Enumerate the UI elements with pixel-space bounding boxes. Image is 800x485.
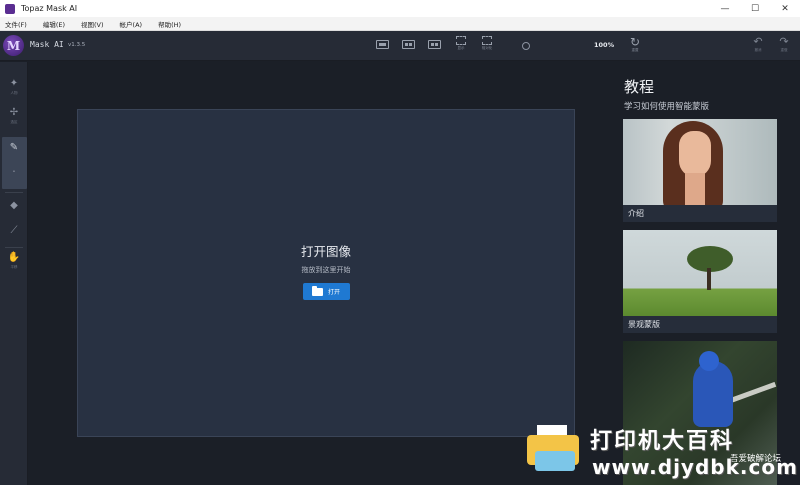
- redo-icon: ↷: [779, 35, 789, 48]
- menu-view[interactable]: 视图(V): [73, 19, 112, 29]
- fill-tool[interactable]: ◆: [0, 200, 28, 212]
- tutorial-card-intro[interactable]: 介绍: [623, 119, 777, 222]
- open-button-label: 打开: [327, 289, 340, 296]
- dropzone-title: 打开图像: [300, 244, 351, 259]
- watermark-url: www.djydbk.com: [592, 455, 798, 479]
- refresh-icon: ↻: [629, 35, 641, 49]
- brush-tool[interactable]: ✎: [0, 142, 28, 154]
- title-bar: Topaz Mask AI — ☐ ✕: [0, 0, 800, 17]
- menu-help[interactable]: 帮助(H): [150, 19, 189, 29]
- dropper-tool[interactable]: ⟋: [0, 225, 28, 237]
- watermark-title: 打印机大百科: [590, 429, 735, 454]
- tutorial-card-caption: 介绍: [628, 209, 644, 218]
- reset-button[interactable]: ↻ 重置: [628, 36, 642, 53]
- tutorial-panel: 教程 学习如何使用智能蒙版 介绍 景观蒙版: [613, 62, 800, 485]
- tutorial-card-caption: 景观蒙版: [628, 320, 660, 329]
- hand-tool[interactable]: ✋ 平移: [0, 252, 28, 270]
- app-name: Mask AI: [30, 40, 64, 49]
- fit-view-button[interactable]: 相对化: [480, 36, 494, 51]
- portrait-thumbnail: [623, 119, 777, 205]
- sidebar-divider: [5, 247, 23, 248]
- toolbar: M Mask AI v1.3.5 显示 相对化 100% ↻ 重置 ↶ 撤消 ↷…: [0, 31, 800, 61]
- tutorial-title: 教程: [624, 78, 655, 96]
- app-version: v1.3.5: [68, 42, 86, 48]
- zoom-level[interactable]: 100%: [594, 41, 614, 49]
- split-view-button[interactable]: [402, 40, 415, 49]
- landscape-thumbnail: [623, 230, 777, 316]
- fill-icon: ◆: [10, 200, 18, 211]
- minimize-button[interactable]: —: [710, 0, 740, 17]
- menu-file[interactable]: 文件(F): [0, 19, 35, 29]
- side-by-side-view-button[interactable]: [428, 40, 441, 49]
- menu-account[interactable]: 帐户(A): [112, 19, 151, 29]
- undo-button[interactable]: ↶ 撤消: [751, 36, 765, 53]
- tutorial-card-landscape[interactable]: 景观蒙版: [623, 230, 777, 333]
- window-title: Topaz Mask AI: [21, 4, 78, 13]
- person-icon: ✦: [9, 78, 19, 89]
- preview-circle-button[interactable]: [522, 42, 530, 50]
- brush-icon: ✎: [9, 142, 19, 153]
- brush-size-control[interactable]: •: [0, 166, 28, 178]
- menu-bar: 文件(F) 编辑(E) 视图(V) 帐户(A) 帮助(H): [0, 17, 800, 31]
- redo-button[interactable]: ↷ 重做: [777, 36, 791, 53]
- dot-icon: •: [12, 169, 16, 175]
- hand-icon: ✋: [7, 252, 21, 263]
- dropzone-subtitle: 拖放到这里开始: [301, 266, 351, 274]
- select-icon: ✢: [9, 107, 19, 118]
- workspace: 打开图像 拖放到这里开始 打开: [29, 62, 612, 485]
- crop-icon: [456, 36, 466, 45]
- fit-icon: [482, 36, 492, 45]
- person-tool[interactable]: ✦ 人物: [0, 78, 28, 96]
- sidebar-divider: [5, 192, 23, 193]
- maximize-button[interactable]: ☐: [740, 0, 770, 17]
- open-image-button[interactable]: 打开: [302, 283, 350, 300]
- app-logo-icon: [5, 3, 15, 14]
- printer-watermark-logo: [527, 425, 585, 477]
- image-dropzone[interactable]: 打开图像 拖放到这里开始 打开: [77, 109, 575, 437]
- dropper-icon: ⟋: [10, 225, 18, 236]
- undo-icon: ↶: [753, 35, 763, 48]
- window-controls: — ☐ ✕: [710, 0, 800, 17]
- single-view-button[interactable]: [376, 40, 389, 49]
- crop-view-button[interactable]: 显示: [454, 36, 468, 51]
- tool-sidebar: ✦ 人物 ✢ 选区 ✎ • ◆ ⟋ ✋ 平移: [0, 62, 28, 485]
- mask-ai-logo-icon: M: [3, 35, 24, 56]
- select-tool[interactable]: ✢ 选区: [0, 107, 28, 125]
- menu-edit[interactable]: 编辑(E): [35, 19, 73, 29]
- tutorial-subtitle: 学习如何使用智能蒙版: [624, 102, 710, 112]
- close-button[interactable]: ✕: [770, 0, 800, 17]
- folder-icon: [311, 285, 323, 296]
